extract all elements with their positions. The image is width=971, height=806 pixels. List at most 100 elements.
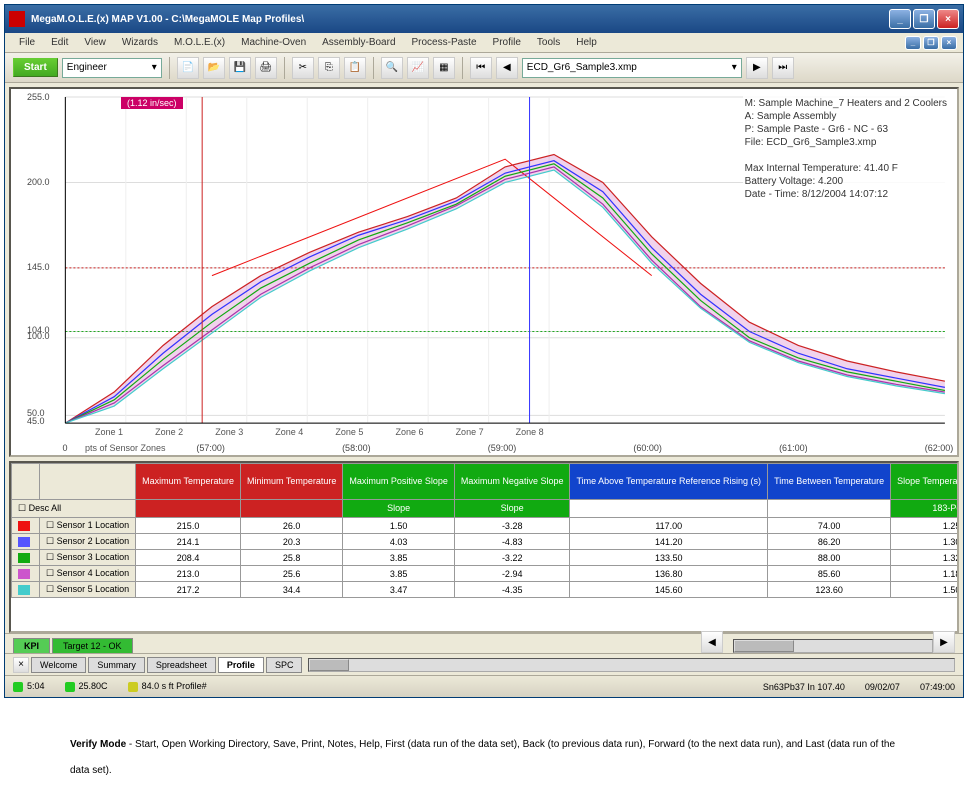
zone-label: Zone 1 [95,427,123,437]
statusbar: 5:04 25.80C 84.0 s ft Profile# Sn63Pb37 … [5,675,963,697]
status-temp: 25.80C [65,681,108,692]
status-time: 5:04 [13,681,45,692]
maximize-button[interactable]: ❐ [913,9,935,29]
cut-icon[interactable]: ✂ [292,57,314,79]
minimize-button[interactable]: _ [889,9,911,29]
chart-icon[interactable]: 📈 [407,57,429,79]
col-header[interactable]: Maximum Negative Slope [454,464,570,500]
scroll-left-icon[interactable]: ◀ [701,631,723,653]
file-combo[interactable]: ECD_Gr6_Sample3.xmp▾ [522,58,742,78]
menubar: File Edit View Wizards M.O.L.E.(x) Machi… [5,33,963,53]
open-icon[interactable]: 📂 [203,57,225,79]
x-tick: (59:00) [488,443,517,453]
zone-label: Zone 3 [215,427,243,437]
status-clock: 07:49:00 [920,682,955,692]
tab-scrollbar[interactable] [308,658,955,672]
paste-icon[interactable]: 📋 [344,57,366,79]
view-tabstrip: × Welcome Summary Spreadsheet Profile SP… [5,653,963,675]
tab-kpi[interactable]: KPI [13,638,50,653]
app-window: MegaM.O.L.E.(x) MAP V1.00 - C:\MegaMOLE … [4,4,964,698]
window-title: MegaM.O.L.E.(x) MAP V1.00 - C:\MegaMOLE … [31,14,304,25]
y-tick: 50.0 [27,408,45,418]
col-header[interactable]: Minimum Temperature [241,464,343,500]
menu-wizards[interactable]: Wizards [114,35,166,50]
menu-mole[interactable]: M.O.L.E.(x) [166,35,233,50]
menu-file[interactable]: File [11,35,43,50]
x-tick: (62:00) [925,443,954,453]
status-alloy: Sn63Pb37 In 107.40 [763,682,845,692]
mdi-close[interactable]: × [941,36,957,50]
data-grid-wrap[interactable]: Maximum TemperatureMinimum TemperatureMa… [9,461,959,633]
desc-all[interactable]: ☐ Desc All [12,500,136,518]
zone-label: Zone 7 [456,427,484,437]
back-icon[interactable]: ◀ [496,57,518,79]
table-row[interactable]: ☐ Sensor 4 Location213.025.63.85-2.94136… [12,566,960,582]
mdi-restore[interactable]: ❐ [923,36,939,50]
x-tick: (61:00) [779,443,808,453]
zone-label: Zone 8 [516,427,544,437]
save-icon[interactable]: 💾 [229,57,251,79]
app-icon [9,11,25,27]
y-tick: 104.0 [27,325,50,335]
x-tick: 0 [62,443,67,453]
role-combo[interactable]: Engineer▾ [62,58,162,78]
tab-close-icon[interactable]: × [13,657,29,673]
table-row[interactable]: ☐ Sensor 2 Location214.120.34.03-4.83141… [12,534,960,550]
tab-profile[interactable]: Profile [218,657,264,673]
col-header[interactable]: Maximum Temperature [136,464,241,500]
chart-area[interactable]: (1.12 in/sec) M: Sample Machine_7 Heater… [9,87,959,457]
x-tick: (60:00) [633,443,662,453]
tab-spreadsheet[interactable]: Spreadsheet [147,657,216,673]
zone-label: Zone 5 [335,427,363,437]
forward-icon[interactable]: ▶ [746,57,768,79]
close-button[interactable]: × [937,9,959,29]
titlebar[interactable]: MegaM.O.L.E.(x) MAP V1.00 - C:\MegaMOLE … [5,5,963,33]
mdi-minimize[interactable]: _ [905,36,921,50]
data-grid: Maximum TemperatureMinimum TemperatureMa… [11,463,959,598]
menu-process[interactable]: Process-Paste [404,35,485,50]
tab-target[interactable]: Target 12 - OK [52,638,133,653]
print-icon[interactable]: 🖨 [255,57,277,79]
table-row[interactable]: ☐ Sensor 5 Location217.234.43.47-4.35145… [12,582,960,598]
y-tick: 145.0 [27,262,50,272]
zone-label: Zone 4 [275,427,303,437]
menu-tools[interactable]: Tools [529,35,568,50]
y-tick: 200.0 [27,177,50,187]
tab-welcome[interactable]: Welcome [31,657,86,673]
scroll-right-icon[interactable]: ▶ [933,631,955,653]
x-tick: (58:00) [342,443,371,453]
y-tick: 255.0 [27,92,50,102]
menu-edit[interactable]: Edit [43,35,76,50]
menu-assembly[interactable]: Assembly-Board [314,35,403,50]
zone-label: Zone 2 [155,427,183,437]
chart-info-box: M: Sample Machine_7 Heaters and 2 Cooler… [743,95,949,203]
zone-label: Zone 6 [395,427,423,437]
status-date: 09/02/07 [865,682,900,692]
copy-icon[interactable]: ⎘ [318,57,340,79]
zoom-icon[interactable]: 🔍 [381,57,403,79]
col-header[interactable]: Time Above Temperature Reference Rising … [570,464,768,500]
start-button[interactable]: Start [13,58,58,77]
tab-summary[interactable]: Summary [88,657,145,673]
table-row[interactable]: ☐ Sensor 1 Location215.026.01.50-3.28117… [12,518,960,534]
col-header[interactable]: Slope Temperature to Peak [891,464,959,500]
cursor-badge: (1.12 in/sec) [121,97,183,109]
first-icon[interactable]: ⏮ [470,57,492,79]
table-row[interactable]: ☐ Sensor 3 Location208.425.83.85-3.22133… [12,550,960,566]
x-tick: (57:00) [196,443,225,453]
menu-help[interactable]: Help [568,35,605,50]
grid-icon[interactable]: ▦ [433,57,455,79]
caption-text: Verify Mode - Start, Open Working Direct… [70,728,901,780]
menu-view[interactable]: View [76,35,114,50]
hscrollbar[interactable] [733,639,933,653]
tab-spc[interactable]: SPC [266,657,303,673]
new-icon[interactable]: 📄 [177,57,199,79]
col-header[interactable]: Maximum Positive Slope [343,464,455,500]
grid-tabstrip: KPI Target 12 - OK ◀ ▶ [5,633,963,653]
status-profile: 84.0 s ft Profile# [128,681,207,692]
menu-machine[interactable]: Machine-Oven [233,35,314,50]
menu-profile[interactable]: Profile [485,35,529,50]
last-icon[interactable]: ⏭ [772,57,794,79]
col-header[interactable]: Time Between Temperature [768,464,891,500]
toolbar: Start Engineer▾ 📄 📂 💾 🖨 ✂ ⎘ 📋 🔍 📈 ▦ ⏮ ◀ … [5,53,963,83]
